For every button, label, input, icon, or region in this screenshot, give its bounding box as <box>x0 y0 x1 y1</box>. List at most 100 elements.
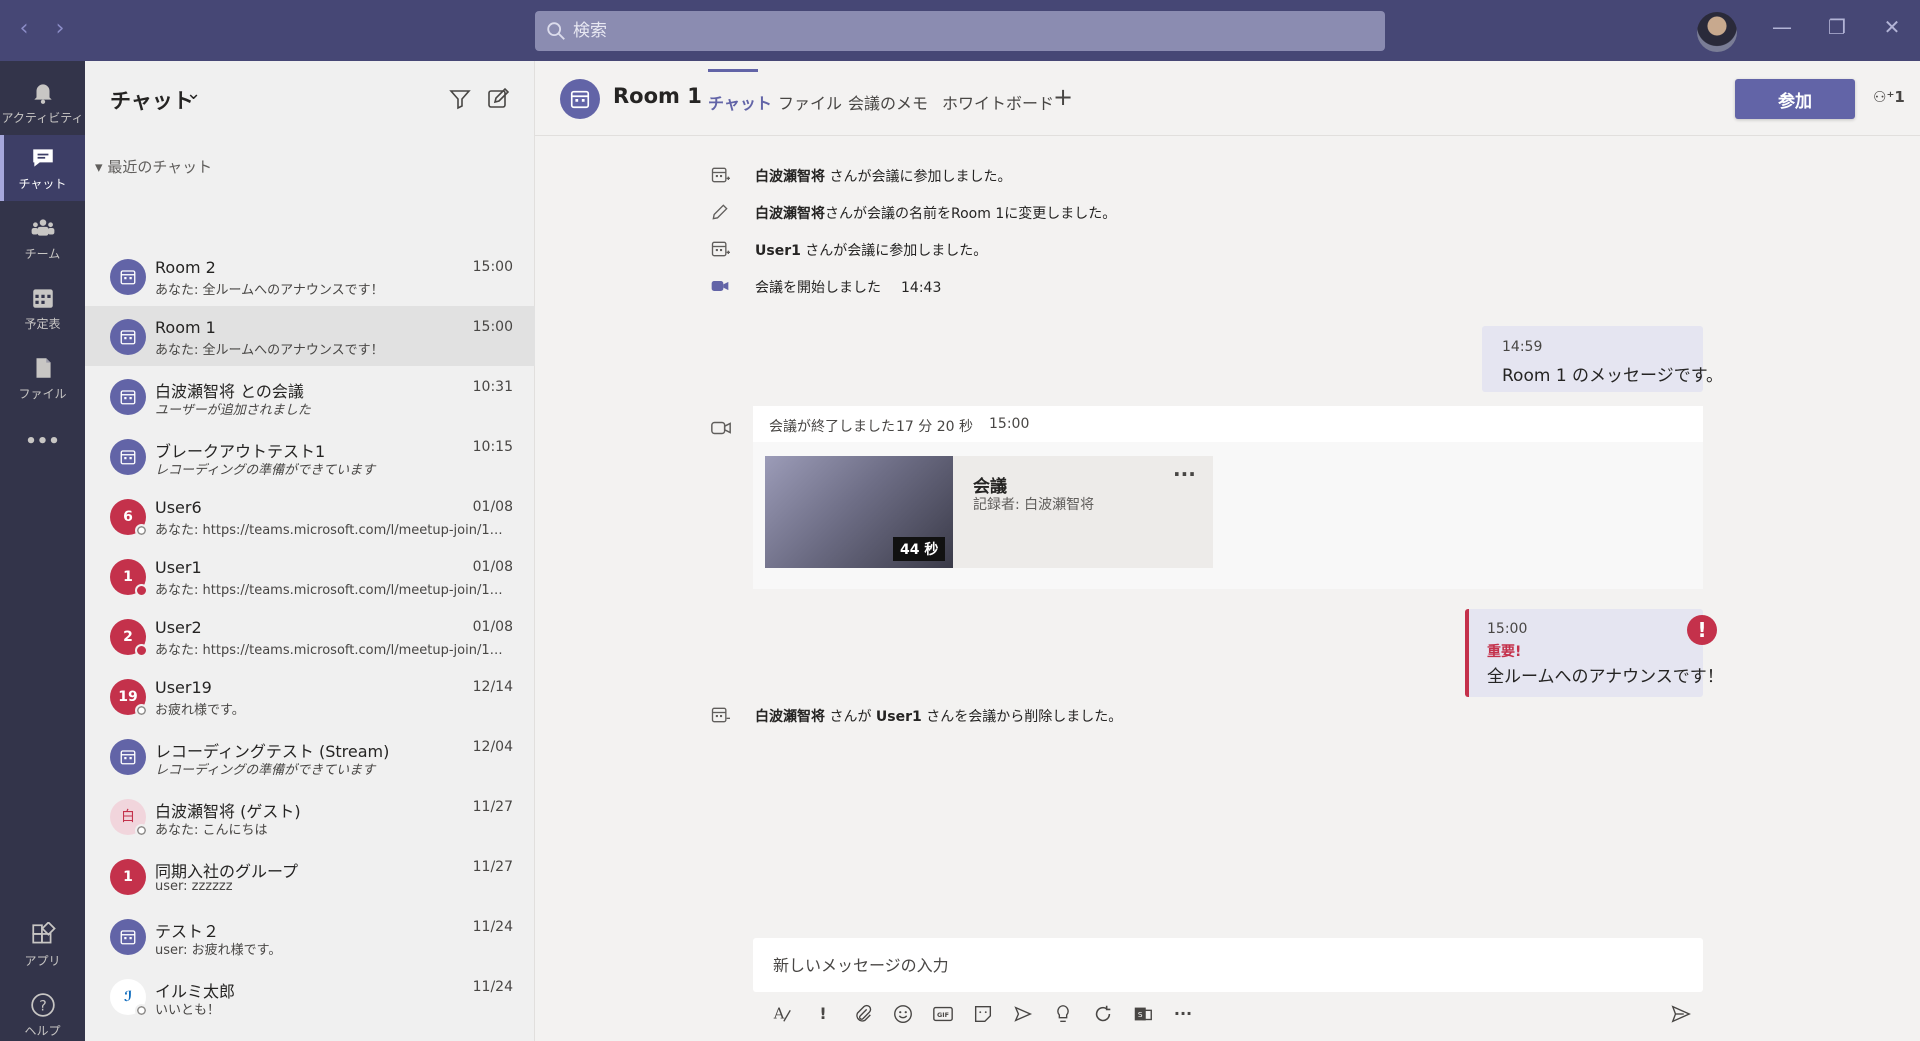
stream-icon[interactable]: S <box>1129 1001 1157 1027</box>
tab-meeting-notes[interactable]: 会議のメモ <box>848 90 928 114</box>
chat-list-title[interactable]: チャット <box>110 85 194 115</box>
calendar-icon <box>120 330 136 345</box>
minimize-icon[interactable]: — <box>1767 15 1797 39</box>
chat-list-item[interactable]: 2 User2 01/08 あなた: https://teams.microsoft.… <box>85 606 535 666</box>
format-icon[interactable]: A <box>768 1001 796 1027</box>
attach-icon[interactable] <box>849 1001 877 1027</box>
compose-box[interactable] <box>753 938 1703 992</box>
profile-avatar[interactable] <box>1697 12 1737 52</box>
chat-preview: あなた: https://teams.microsoft.com/l/meetu… <box>155 583 505 598</box>
message-input[interactable] <box>773 938 1673 992</box>
calendar-icon <box>120 930 136 945</box>
presence-indicator <box>135 644 148 657</box>
back-icon[interactable]: ‹ <box>12 16 36 41</box>
chat-list-item[interactable]: 19 User19 12/14 お疲れ様です。 <box>85 666 535 726</box>
importance-tag: 重要! <box>1487 644 1522 660</box>
important-icon: ! <box>1687 615 1717 645</box>
presence-indicator <box>135 1004 148 1017</box>
chat-list-item[interactable]: 1 同期入社のグループ 11/27 user: zzzzzz <box>85 846 535 906</box>
add-tab-icon[interactable]: + <box>1053 83 1073 111</box>
meeting-ended-card: 会議が終了しました 17 分 20 秒 15:00 44 秒 会議 記録者: 白… <box>753 406 1703 589</box>
presence-indicator <box>135 524 148 537</box>
recording-thumbnail[interactable]: 44 秒 <box>765 456 953 568</box>
restore-icon[interactable]: ❐ <box>1822 15 1852 39</box>
forward-icon[interactable]: › <box>48 16 72 41</box>
rail-activity[interactable]: アクティビティ <box>0 69 85 135</box>
message-text: Room 1 のメッセージです。 <box>1502 366 1723 386</box>
search-box[interactable] <box>535 11 1385 51</box>
important-flag-icon[interactable]: ! <box>809 1001 837 1027</box>
meet-now-icon[interactable] <box>1009 1001 1037 1027</box>
more-icon: ••• <box>25 431 60 452</box>
rail-chat[interactable]: チャット <box>0 135 85 201</box>
chat-preview: いいとも！ <box>155 1003 221 1018</box>
rail-apps[interactable]: アプリ <box>0 912 85 978</box>
recent-section-header[interactable]: ▾ 最近のチャット <box>95 156 212 177</box>
section-label: 最近のチャット <box>107 158 213 176</box>
rail-label: チャット <box>18 177 67 191</box>
rail-calendar[interactable]: 予定表 <box>0 275 85 341</box>
chat-name: Room 2 <box>155 258 216 277</box>
meeting-duration: 17 分 20 秒 <box>896 419 973 435</box>
close-icon[interactable]: ✕ <box>1877 15 1907 39</box>
tab-whiteboard[interactable]: ホワイトボード <box>942 90 1054 114</box>
sticker-icon[interactable] <box>969 1001 997 1027</box>
recording-card[interactable]: 44 秒 会議 記録者: 白波瀬智将 ··· <box>765 456 1213 568</box>
chat-list-item[interactable]: Room 2 15:00 あなた: 全ルームへのアナウンスです！ <box>85 246 535 306</box>
calendar-icon <box>120 450 136 465</box>
svg-text:S: S <box>1138 1010 1143 1019</box>
tab-chat[interactable]: チャット <box>708 90 772 114</box>
avatar-initial: 2 <box>123 629 133 645</box>
chat-list-item[interactable]: 白波瀬智将 との会議 10:31 ユーザーが追加されました <box>85 366 535 426</box>
tab-files[interactable]: ファイル <box>778 90 842 114</box>
chat-list-item[interactable]: 1 User1 01/08 あなた: https://teams.microsoft.… <box>85 546 535 606</box>
chat-list-item[interactable]: 白白波瀬智将 (ゲスト) 11/27 あなた: こんにちは <box>85 786 535 846</box>
chat-preview: user: お疲れ様です。 <box>155 943 282 958</box>
chat-time: 01/08 <box>472 499 513 515</box>
more-options-icon[interactable]: ··· <box>1173 462 1196 486</box>
emoji-icon[interactable] <box>889 1001 917 1027</box>
chat-time: 10:31 <box>472 379 513 395</box>
participants-button[interactable]: ⚇⁺1 <box>1873 88 1905 106</box>
chat-list-item[interactable]: レコーディングテスト (Stream) 12/04 レコーディングの準備ができていま… <box>85 726 535 786</box>
event-actor: 白波瀬智将 <box>755 206 825 222</box>
gif-icon[interactable]: GIF <box>929 1001 957 1027</box>
calendar-icon <box>120 750 136 765</box>
praise-icon[interactable] <box>1049 1001 1077 1027</box>
rail-files[interactable]: ファイル <box>0 345 85 411</box>
avatar-initial: 1 <box>123 569 133 585</box>
event-actor: 白波瀬智将 <box>755 169 825 185</box>
event-target: User1 <box>875 709 922 725</box>
search-input[interactable] <box>573 11 1373 51</box>
video-icon <box>711 281 729 291</box>
chat-time: 15:00 <box>472 259 513 275</box>
filter-icon[interactable] <box>448 87 472 111</box>
conversation-title: Room 1 <box>613 84 702 108</box>
rail-more[interactable]: ••• <box>0 431 85 471</box>
apps-icon <box>31 922 56 944</box>
chevron-down-icon[interactable]: ⌄ <box>186 83 201 104</box>
new-chat-icon[interactable] <box>486 87 510 111</box>
chat-time: 11/27 <box>472 799 513 815</box>
chat-list-item[interactable]: Room 1 15:00 あなた: 全ルームへのアナウンスです！ <box>85 306 535 366</box>
avatar-initial: 白 <box>121 809 135 825</box>
rail-help[interactable]: ? ヘルプ <box>0 982 85 1041</box>
avatar-initial: ℐ <box>123 989 133 1005</box>
chat-list-pane: チャット ⌄ ▾ 最近のチャット Room 2 15:00 あなた: 全ルームへのア… <box>85 61 535 1041</box>
rail-teams[interactable]: チーム <box>0 205 85 271</box>
rail-label: ファイル <box>18 387 67 401</box>
send-icon[interactable] <box>1667 1001 1695 1027</box>
chat-name: User2 <box>155 618 202 637</box>
chat-list-item[interactable]: ℐ イルミ太郎 11/24 いいとも！ <box>85 966 535 1026</box>
loop-icon[interactable] <box>1089 1001 1117 1027</box>
chat-list-item[interactable]: 6 User6 01/08 あなた: https://teams.microsoft.… <box>85 486 535 546</box>
chat-list-item[interactable]: ブレークアウトテスト1 10:15 レコーディングの準備ができています <box>85 426 535 486</box>
active-tab-indicator <box>708 69 758 72</box>
important-message[interactable]: 15:00 重要! 全ルームへのアナウンスです！ <box>1465 609 1724 697</box>
more-options-icon[interactable]: ··· <box>1169 1001 1197 1027</box>
message-time: 15:00 <box>1487 621 1528 637</box>
search-icon <box>547 22 565 40</box>
message-bubble[interactable]: 14:59 Room 1 のメッセージです。 <box>1482 326 1723 392</box>
chat-list-item[interactable]: テスト２ 11/24 user: お疲れ様です。 <box>85 906 535 966</box>
join-button[interactable]: 参加 <box>1735 79 1855 119</box>
